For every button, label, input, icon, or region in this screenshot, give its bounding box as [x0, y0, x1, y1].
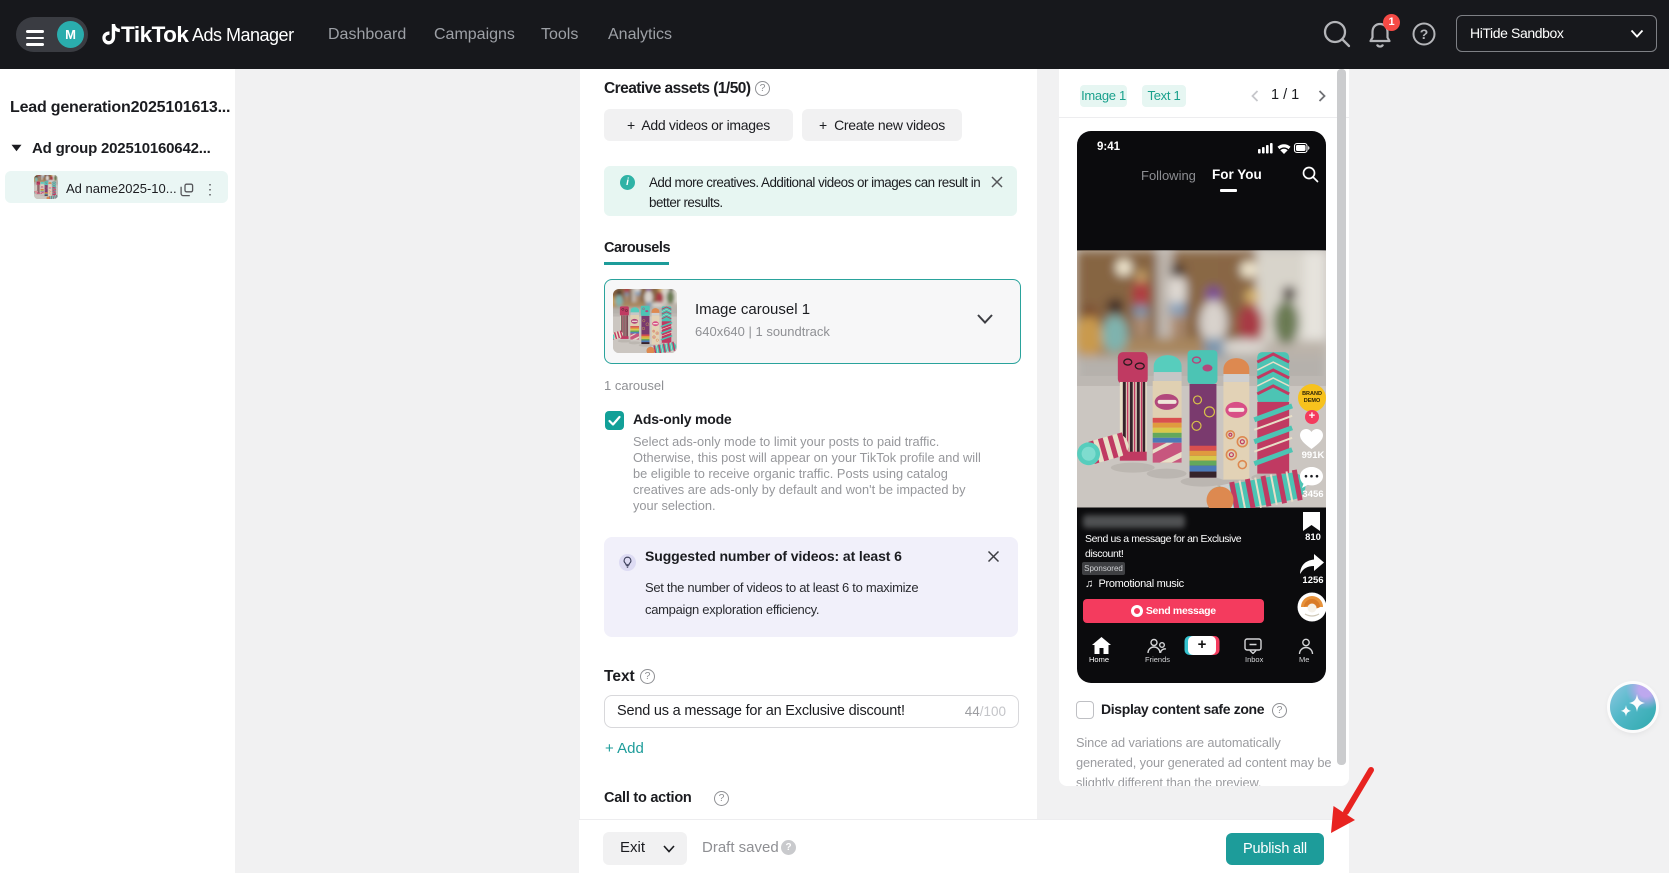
svg-text:?: ?	[1420, 26, 1429, 42]
